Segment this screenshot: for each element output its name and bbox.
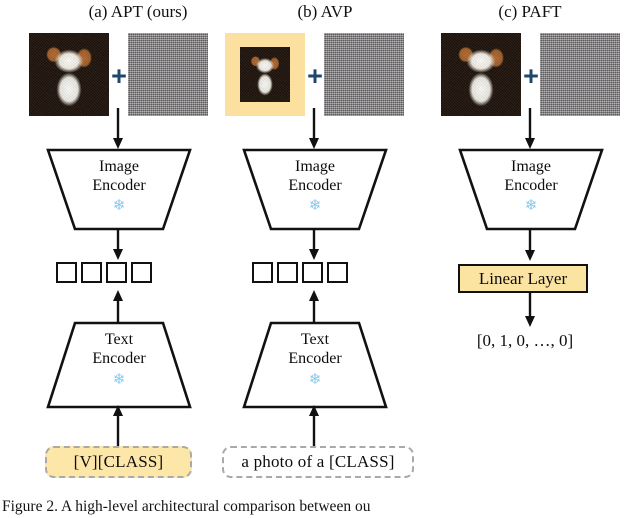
plus-icon-avp: +: [307, 61, 323, 91]
arrow-image-encoder-to-tokens-avp: [296, 229, 376, 261]
token-box: [277, 262, 298, 283]
token-box: [106, 262, 127, 283]
arrow-text-encoder-to-tokens-apt: [100, 289, 180, 322]
token-box: [56, 262, 77, 283]
linear-layer-paft[interactable]: Linear Layer: [458, 264, 588, 293]
linear-layer-label: Linear Layer: [478, 269, 568, 288]
token-box: [131, 262, 152, 283]
input-image-avp: [225, 33, 305, 116]
plus-icon-paft: +: [523, 61, 539, 91]
text-encoder-apt: Text Encoder ❄: [44, 320, 194, 410]
embedding-tokens-apt: [56, 262, 152, 283]
output-vector-paft: [0, 1, 0, …, 0]: [476, 331, 574, 350]
figure-caption: Figure 2. A high-level architectural com…: [2, 498, 371, 515]
arrow-prompt-to-text-encoder-apt: [100, 404, 180, 446]
prompt-text-apt: [V][CLASS]: [73, 452, 164, 471]
prompt-box-apt[interactable]: [V][CLASS]: [45, 446, 192, 478]
token-box: [81, 262, 102, 283]
noise-patch-avp: [324, 33, 404, 116]
token-box: [302, 262, 323, 283]
arrow-prompt-to-text-encoder-avp: [296, 404, 376, 446]
arrow-image-encoder-to-tokens-apt: [100, 229, 180, 261]
noise-patch-apt: [128, 33, 208, 116]
arrow-image-encoder-to-linear-layer-paft: [512, 229, 592, 262]
image-encoder-paft: Image Encoder ❄: [456, 147, 606, 232]
input-image-paft: [441, 33, 521, 116]
text-encoder-avp: Text Encoder ❄: [240, 320, 390, 410]
embedding-tokens-avp: [252, 262, 348, 283]
prompt-text-avp: a photo of a [CLASS]: [241, 452, 395, 471]
input-image-inner-avp: [240, 47, 290, 102]
input-image-apt: [29, 33, 109, 116]
figure-canvas: (a) APT (ours) (b) AVP (c) PAFT + Image …: [0, 0, 640, 518]
column-header-avp: (b) AVP: [297, 2, 353, 21]
plus-icon-apt: +: [111, 61, 127, 91]
token-box: [252, 262, 273, 283]
prompt-box-avp[interactable]: a photo of a [CLASS]: [222, 446, 414, 478]
image-encoder-avp: Image Encoder ❄: [240, 147, 390, 232]
token-box: [327, 262, 348, 283]
column-header-paft: (c) PAFT: [498, 2, 562, 21]
arrow-text-encoder-to-tokens-avp: [296, 289, 376, 322]
image-encoder-apt: Image Encoder ❄: [44, 147, 194, 232]
noise-patch-paft: [540, 33, 620, 116]
arrow-linear-layer-to-output-paft: [512, 292, 592, 328]
